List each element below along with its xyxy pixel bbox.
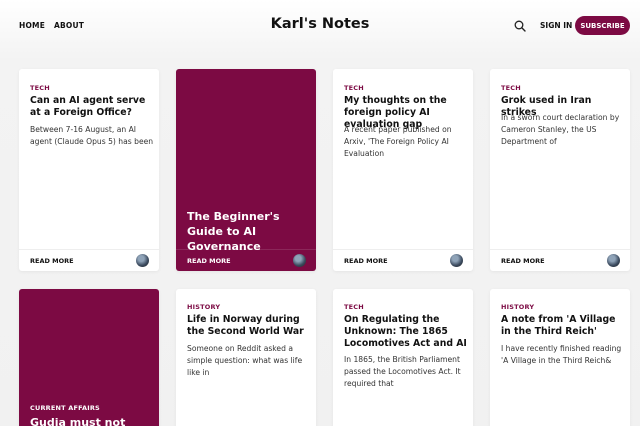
post-title[interactable]: Life in Norway during the Second World W… <box>187 314 311 338</box>
post-card[interactable]: HISTORY Life in Norway during the Second… <box>176 289 316 426</box>
post-tag[interactable]: CURRENT AFFAIRS <box>30 404 100 412</box>
post-card[interactable]: TECH On Regulating the Unknown: The 1865… <box>333 289 473 426</box>
card-divider <box>176 249 316 250</box>
card-divider <box>333 249 473 250</box>
post-tag[interactable]: HISTORY <box>501 303 534 311</box>
site-header: HOME ABOUT Karl's Notes SIGN IN SUBSCRIB… <box>0 0 640 54</box>
post-excerpt: Someone on Reddit asked a simple questio… <box>187 344 303 377</box>
post-tag[interactable]: TECH <box>344 303 364 311</box>
post-title[interactable]: The Beginner's Guide to AI Governance <box>187 209 311 254</box>
card-divider <box>19 249 159 250</box>
post-excerpt: In a sworn court declaration by Cameron … <box>501 113 620 146</box>
card-divider <box>490 249 630 250</box>
author-avatar[interactable] <box>293 254 306 267</box>
post-excerpt: In 1865, the British Parliament passed t… <box>344 355 461 388</box>
read-more-link[interactable]: READ MORE <box>501 257 545 265</box>
post-excerpt: A recent paper published on Arxiv, 'The … <box>344 125 452 158</box>
author-avatar[interactable] <box>136 254 149 267</box>
post-tag[interactable]: TECH <box>501 84 521 92</box>
search-icon[interactable] <box>514 20 526 32</box>
post-tag[interactable]: TECH <box>30 84 50 92</box>
post-card[interactable]: TECH Grok used in Iran strikes In a swor… <box>490 69 630 271</box>
post-excerpt: Between 7-16 August, an AI agent (Claude… <box>30 125 154 146</box>
post-card-featured[interactable]: CURRENT AFFAIRS Gudia must not <box>19 289 159 426</box>
read-more-link[interactable]: READ MORE <box>30 257 74 265</box>
post-title[interactable]: A note from 'A Village in the Third Reic… <box>501 314 625 338</box>
author-avatar[interactable] <box>607 254 620 267</box>
read-more-link[interactable]: READ MORE <box>344 257 388 265</box>
post-tag[interactable]: TECH <box>344 84 364 92</box>
post-card[interactable]: HISTORY A note from 'A Village in the Th… <box>490 289 630 426</box>
read-more-link[interactable]: READ MORE <box>187 257 231 265</box>
post-card-featured[interactable]: The Beginner's Guide to AI Governance RE… <box>176 69 316 271</box>
post-title[interactable]: On Regulating the Unknown: The 1865 Loco… <box>344 314 468 350</box>
post-title[interactable]: Can an AI agent serve at a Foreign Offic… <box>30 95 154 119</box>
post-title[interactable]: Gudia must not <box>30 415 154 426</box>
subscribe-button[interactable]: SUBSCRIBE <box>575 16 630 35</box>
author-avatar[interactable] <box>450 254 463 267</box>
sign-in-link[interactable]: SIGN IN <box>540 21 572 30</box>
post-card[interactable]: TECH Can an AI agent serve at a Foreign … <box>19 69 159 271</box>
post-excerpt: I have recently finished reading 'A Vill… <box>501 344 622 365</box>
post-tag[interactable]: HISTORY <box>187 303 220 311</box>
post-card[interactable]: TECH My thoughts on the foreign policy A… <box>333 69 473 271</box>
